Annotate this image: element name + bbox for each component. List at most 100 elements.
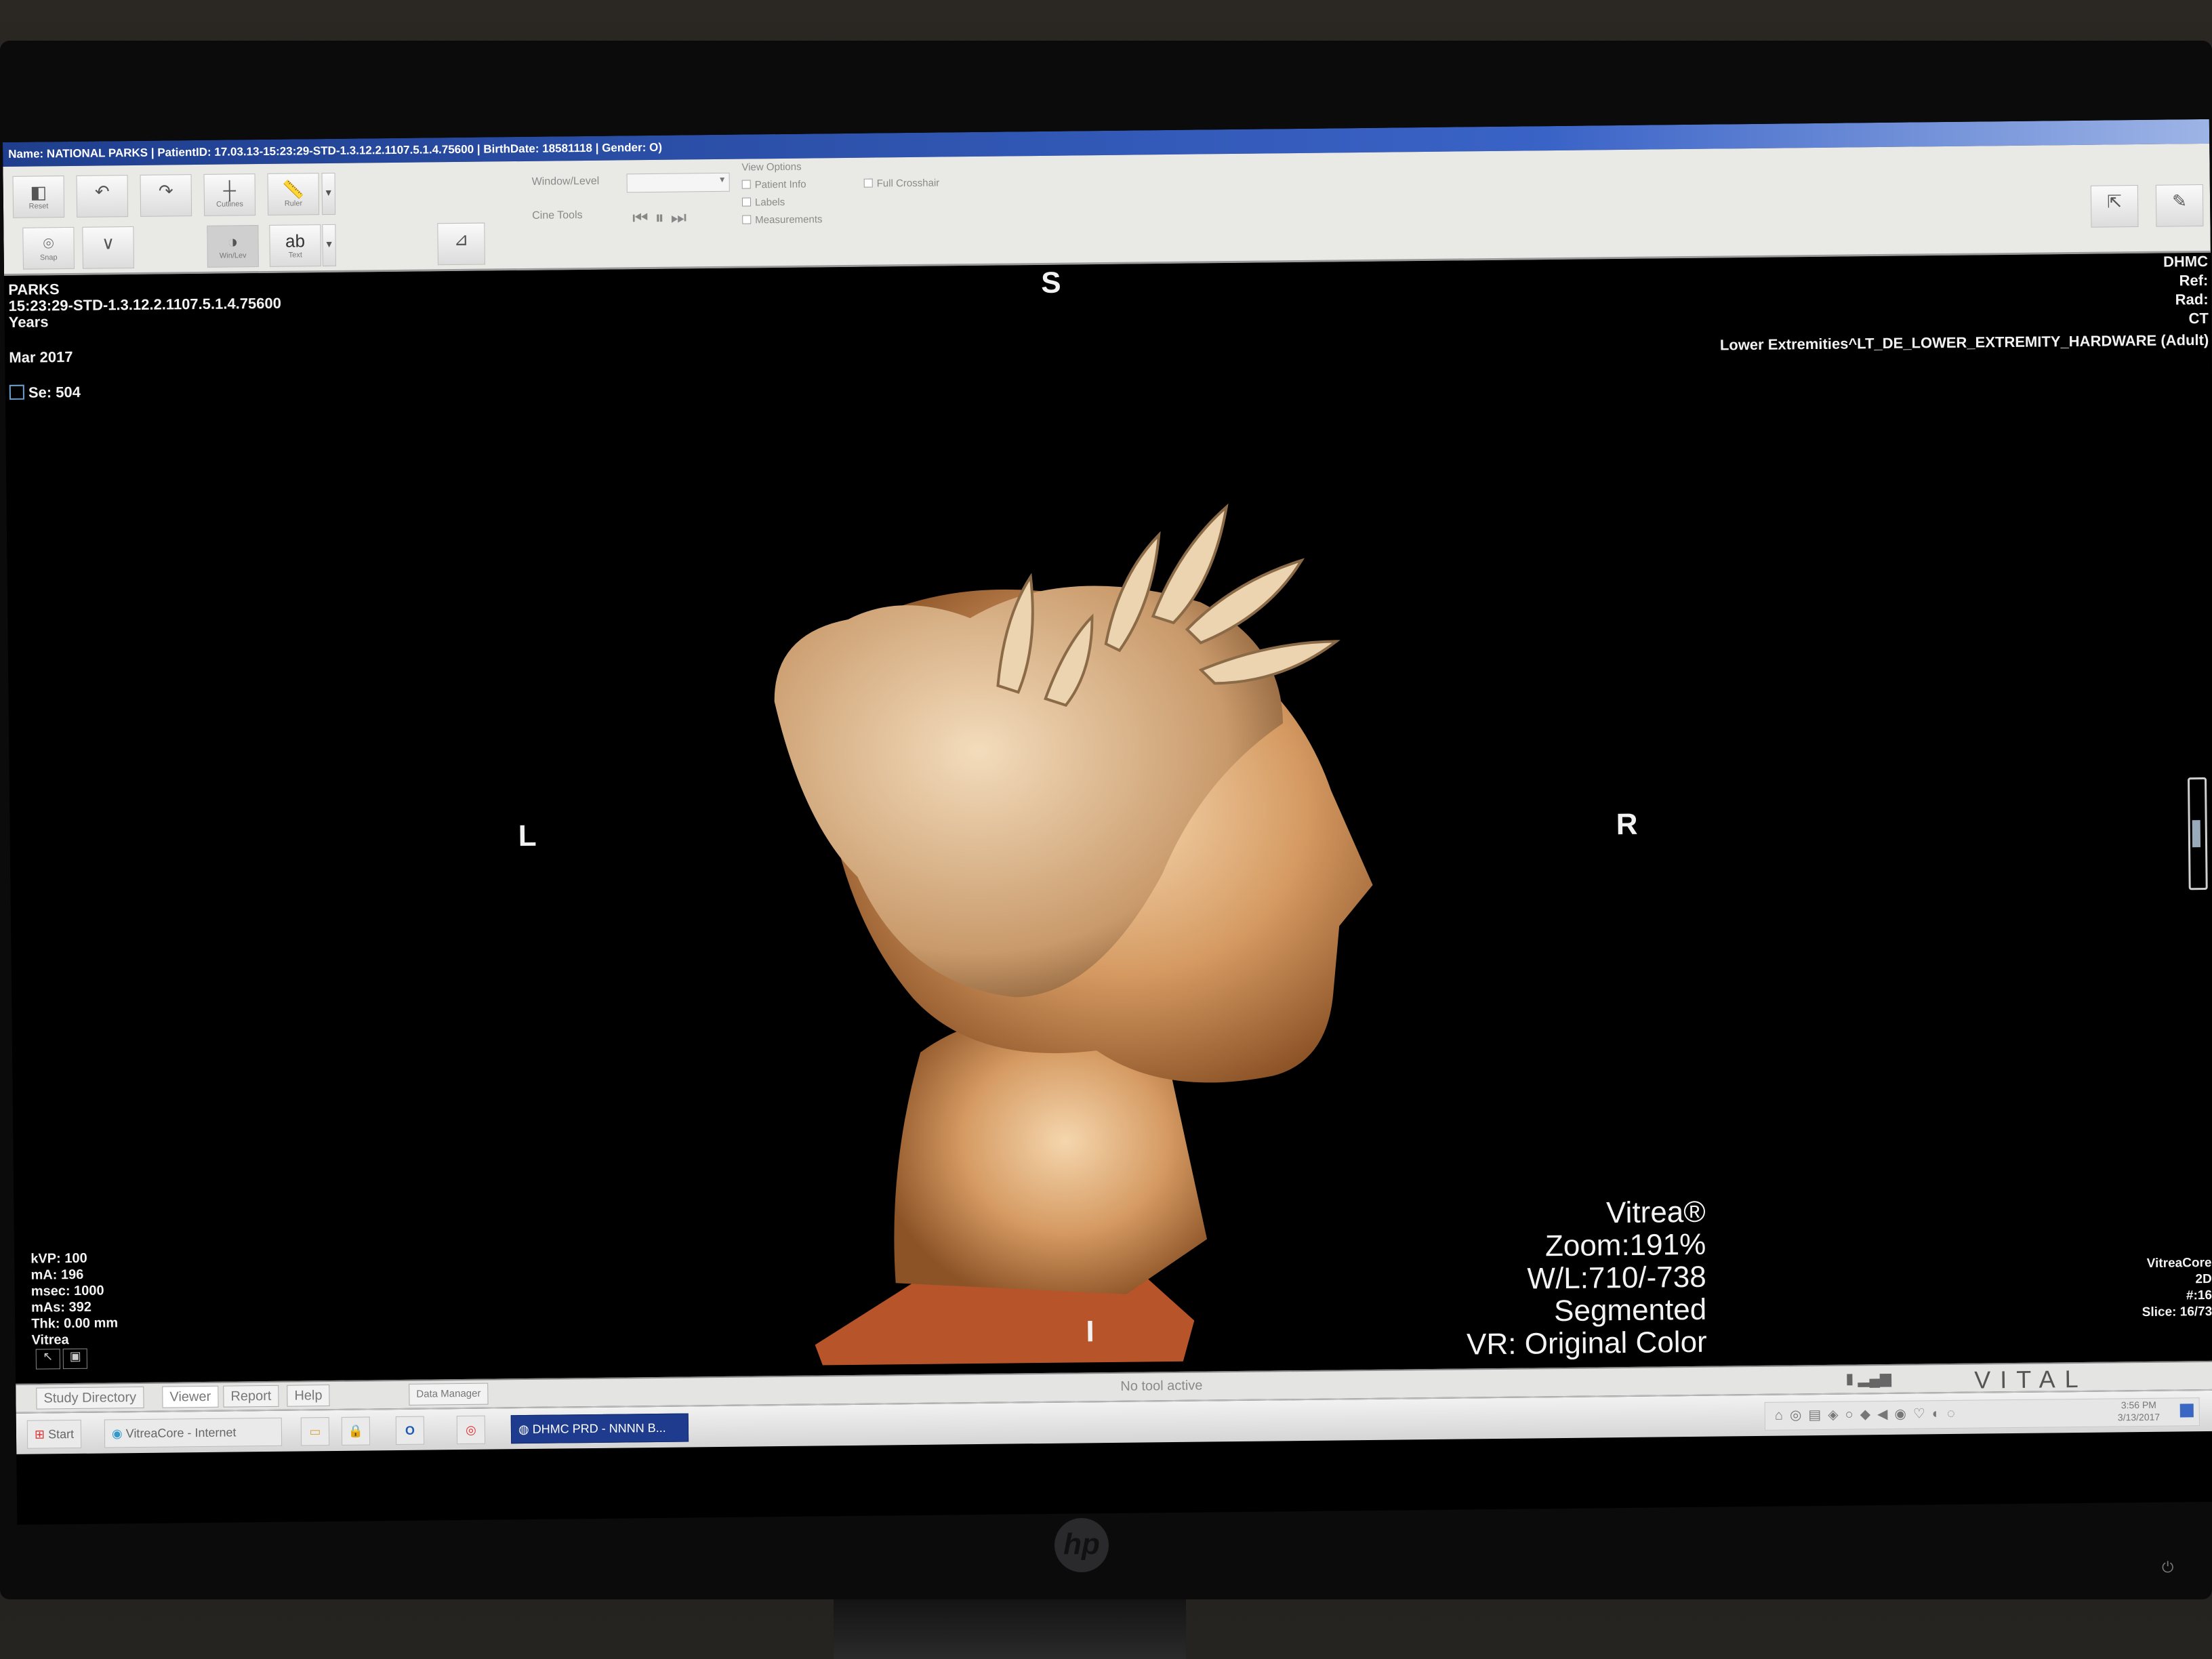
orientation-bottom: I [1086,1315,1094,1349]
slice-number: Slice: 16/73 [2142,1304,2212,1320]
text-icon: ab [285,230,306,251]
text-button[interactable]: ab Text [269,224,321,267]
modality: CT [2188,309,2209,327]
tray-icons[interactable]: ⌂◎▤◈○◆◀◉♡◐◌ [1775,1405,1962,1424]
taskbar-item-chrome[interactable]: ◎ [456,1415,486,1445]
tab-data-manager[interactable]: Data Manager [409,1382,489,1406]
image-viewport[interactable]: PARKS 15:23:29-STD-1.3.12.2.1107.5.1.4.7… [4,252,2212,1440]
kvp: kVP: 100 [30,1250,87,1267]
labels-checkbox[interactable]: Labels [742,197,785,209]
reset-button[interactable]: ◧ Reset [12,176,65,218]
camera-icon: ⌾ [43,233,54,254]
cutlines-icon: ┼ [223,180,237,201]
patient-age: Years [8,313,49,331]
pen-icon: ✎ [2172,190,2188,211]
patient-id: 15:23:29-STD-1.3.12.2.1107.5.1.4.75600 [8,294,282,314]
presets-button[interactable]: ✎ [2155,184,2204,227]
folder-icon: ▭ [309,1425,321,1439]
msec: msec: 1000 [30,1283,104,1299]
radiologist: Rad: [2175,290,2209,308]
patient-name: PARKS [8,281,60,298]
clock-date: 3/13/2017 [2117,1411,2160,1423]
view-dimension: 2D [2195,1271,2212,1287]
mas: mAs: 392 [30,1299,92,1315]
vitrea-core: VitreaCore [2146,1255,2212,1271]
tab-viewer[interactable]: Viewer [162,1385,219,1408]
vital-logo: VITAL [1974,1364,2088,1394]
reset-icon: ◧ [30,182,47,203]
pause-icon[interactable]: ⏸ [655,207,670,228]
step-forward-icon[interactable]: ⏭ [670,207,693,227]
institution: DHMC [2163,252,2209,270]
referring-physician: Ref: [2179,271,2209,289]
signal-icon: ▮ ▂▄▆ [1845,1369,1892,1387]
monitor-bezel: Name: NATIONAL PARKS | PatientID: 17.03.… [0,41,2212,1599]
hp-logo: hp [1054,1518,1109,1572]
more-dropdown[interactable]: ▼ [321,172,336,216]
layout-icon: ⇱ [2107,191,2123,212]
redo-button[interactable]: ↷ [140,174,192,217]
window-level-value: W/L:710/-738 [1527,1260,1706,1296]
layout-button[interactable]: ⇱ [2090,185,2139,228]
vr-preset: VR: Original Color [1466,1325,1707,1361]
cine-button[interactable]: ⊿ [437,222,485,266]
system-tray: ⌂◎▤◈○◆◀◉♡◐◌ 3:56 PM 3/13/2017 [1764,1397,2200,1431]
image-tool-icon[interactable]: ▣ [63,1348,88,1370]
study-date: Mar 2017 [9,348,73,366]
chevron-down-icon: ▼ [718,174,726,184]
window-level-select[interactable]: ▼ [626,172,730,193]
slice-thickness: Thk: 0.00 mm [31,1315,119,1332]
cursor-tool-icon[interactable]: ↖ [35,1349,60,1370]
volume-render [774,503,1373,1374]
cine-controls[interactable]: ⏮⏸⏭ [632,207,693,229]
window-level-icon: ◑ [227,231,239,252]
show-desktop-icon[interactable] [2179,1404,2194,1418]
ruler-button[interactable]: 📏 Ruler [267,173,320,216]
series-number: Se: 504 [9,384,81,402]
status-message: No tool active [1120,1378,1203,1394]
measurements-checkbox[interactable]: Measurements [742,213,822,226]
window-level-label: Window/Level [531,175,600,188]
cine-tools-label: Cine Tools [532,209,583,222]
windows-icon: ⊞ [34,1427,45,1441]
orientation-top: S [1041,266,1061,300]
tab-study-directory[interactable]: Study Directory [36,1386,144,1410]
slice-scrollbar[interactable] [2187,777,2208,890]
chevron-down-icon: ▼ [324,238,334,250]
vitrea-brand: Vitrea® [1605,1195,1706,1230]
ma: mA: 196 [30,1267,84,1283]
full-crosshair-checkbox[interactable]: Full Crosshair [864,178,940,190]
taskbar-item-browser[interactable]: ◉ VitreaCore - Internet [104,1417,283,1448]
power-icon[interactable]: ⏻ [2162,1559,2173,1576]
lock-icon: 🔒 [348,1424,364,1438]
start-button[interactable]: ⊞ Start [26,1419,82,1449]
scrollbar-thumb[interactable] [2192,820,2201,848]
taskbar-item-lock[interactable]: 🔒 [341,1416,371,1446]
cine-icon: ⊿ [453,228,469,250]
chevron-down-icon: ▼ [323,186,333,199]
angle-icon: ∨ [101,232,115,253]
undo-button[interactable]: ↶ [76,175,129,218]
browser-icon: ◉ [111,1427,123,1441]
view-options-label: View Options [741,161,802,173]
clock[interactable]: 3:56 PM 3/13/2017 [2118,1399,2160,1424]
text-dropdown[interactable]: ▼ [322,224,336,267]
step-back-icon[interactable]: ⏮ [632,207,655,228]
orientation-right: R [1616,807,1638,842]
patient-info-checkbox[interactable]: Patient Info [742,179,806,191]
measure-button[interactable]: ∨ [82,226,134,269]
taskbar-item-active[interactable]: ◍ DHMC PRD - NNNN B... [510,1413,689,1444]
zoom-level: Zoom:191% [1544,1227,1706,1263]
tab-report[interactable]: Report [223,1385,279,1408]
taskbar-item-outlook[interactable]: O [395,1416,425,1446]
taskbar-item-folder[interactable]: ▭ [300,1417,330,1446]
redo-icon: ↷ [158,180,173,201]
tab-help[interactable]: Help [287,1385,330,1407]
cutlines-button[interactable]: ┼ Cutlines [203,173,256,216]
vendor: Vitrea [31,1332,69,1348]
orientation-left: L [518,819,537,853]
undo-icon: ↶ [94,181,110,202]
vitrea-info: Vitrea® Zoom:191% W/L:710/-738 Segmented… [1465,1195,1707,1361]
window-level-button[interactable]: ◑ Win/Lev [207,225,259,268]
snap-button[interactable]: ⌾ Snap [22,226,75,270]
